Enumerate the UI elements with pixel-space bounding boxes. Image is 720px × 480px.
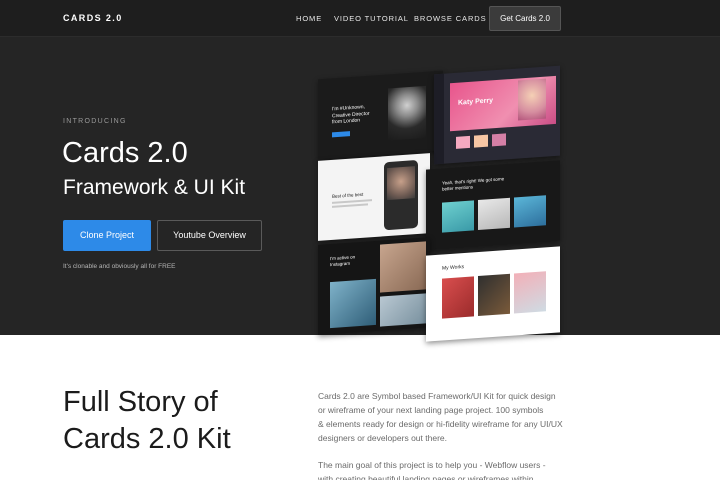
youtube-overview-button[interactable]: Youtube Overview [157,220,262,251]
story-paragraph-2: The main goal of this project is to help… [318,458,578,480]
top-nav: CARDS 2.0 HOME VIDEO TUTORIAL BROWSE CAR… [0,0,720,37]
story-paragraph-1: Cards 2.0 are Symbol based Framework/UI … [318,389,578,445]
preview-card-instagram-text: I'm active on Instagram [330,254,356,267]
preview-card-profile-button [332,131,350,138]
preview-card-katy-perry: Katy Perry [434,65,560,165]
preview-thumb [492,133,506,147]
preview-image-tile [330,278,376,329]
preview-card-phone-text: Best of the best [332,191,364,199]
hero-subtitle: Framework & UI Kit [63,176,246,199]
nav-link-home[interactable]: HOME [296,14,322,23]
preview-sidebar [434,73,444,165]
story-text-line: designers or developers out there. [318,433,447,443]
preview-card-works: My Works [426,246,560,342]
get-cards-button[interactable]: Get Cards 2.0 [489,6,561,31]
preview-image-tile [478,197,510,231]
hero-kicker: INTRODUCING [63,118,127,125]
preview-image-tile [380,293,426,327]
preview-image-tile [478,273,510,317]
preview-thumb [456,135,470,149]
preview-image-tile [514,271,546,314]
preview-image-tile [380,241,426,293]
preview-card-profile: I'm #Unknown, Creative Director from Lon… [318,70,443,160]
preview-card-phone: Best of the best [318,153,430,241]
preview-singer-image [518,78,546,121]
preview-phone-image [387,166,415,201]
preview-image-tile [442,200,474,233]
story-text-line: Cards 2.0 are Symbol based Framework/UI … [318,391,556,401]
story-text-line: The main goal of this project is to help… [318,460,546,470]
hero-section: INTRODUCING Cards 2.0 Framework & UI Kit… [0,37,720,342]
hero-title: Cards 2.0 [62,137,188,169]
preview-portrait-image [388,85,426,141]
clone-project-button[interactable]: Clone Project [63,220,151,251]
preview-image-tile [514,195,546,228]
story-text-line: or wireframe of your next landing page p… [318,405,544,415]
nav-link-video-tutorial[interactable]: VIDEO TUTORIAL [334,14,409,23]
preview-card-instagram: I'm active on Instagram [318,237,430,335]
preview-card-mentions: Yeah, that's right! We got some better m… [426,160,560,250]
story-text-line: with creating beautiful landing pages or… [318,474,534,480]
preview-thumb [474,134,488,148]
preview-image-tile [442,276,474,319]
story-title: Full Story of Cards 2.0 Kit [63,384,303,458]
brand-logo[interactable]: CARDS 2.0 [63,13,123,23]
story-text-line: & elements ready for design or hi-fideli… [318,419,563,429]
story-title-line: Cards 2.0 Kit [63,423,231,455]
preview-text-line [332,203,368,208]
preview-card-profile-text: I'm #Unknown, Creative Director from Lon… [332,104,370,126]
story-title-line: Full Story of [63,386,218,418]
preview-card-mentions-text: Yeah, that's right! We got some better m… [442,176,505,192]
ui-kit-preview-collage: I'm #Unknown, Creative Director from Lon… [318,65,564,342]
preview-card-works-text: My Works [442,264,465,272]
hero-fine-print: It's clonable and obviously all for FREE [63,263,176,270]
nav-link-browse-cards[interactable]: BROWSE CARDS [414,14,486,23]
